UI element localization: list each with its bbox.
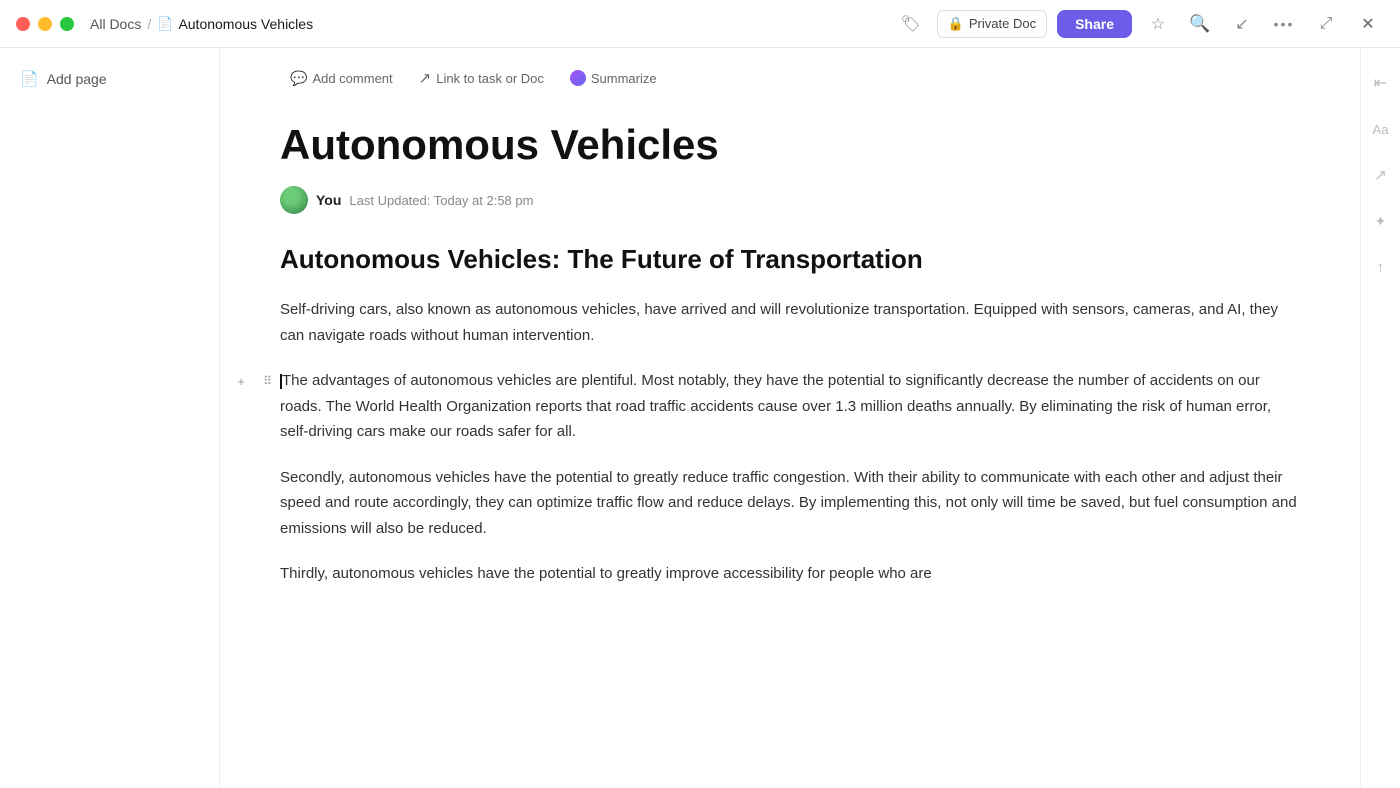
close-icon: ✕	[1361, 14, 1374, 34]
close-button[interactable]	[16, 17, 30, 31]
paragraph-4: Thirdly, autonomous vehicles have the po…	[280, 561, 1300, 587]
author-info: You Last Updated: Today at 2:58 pm	[280, 186, 1300, 214]
more-button[interactable]: •••	[1268, 8, 1300, 40]
comment-icon: 💬	[290, 70, 307, 87]
paragraph-2-text: The advantages of autonomous vehicles ar…	[280, 372, 1271, 440]
window-controls	[16, 17, 74, 31]
settings-right-button[interactable]: ✦	[1366, 206, 1396, 236]
titlebar: All Docs / 📄 Autonomous Vehicles 🏷 🔒 Pri…	[0, 0, 1400, 48]
breadcrumb-current-doc: 📄 Autonomous Vehicles	[157, 16, 313, 32]
avatar-image	[280, 186, 308, 214]
author-name: You	[316, 192, 341, 208]
paragraph-2-content: The advantages of autonomous vehicles ar…	[280, 372, 1271, 440]
add-page-button[interactable]: 📄 Add page	[12, 64, 207, 94]
private-doc-label: Private Doc	[969, 16, 1036, 31]
link-icon: ↗	[419, 69, 432, 87]
collapse-icon: ⇤	[1374, 73, 1387, 93]
add-comment-label: Add comment	[312, 71, 392, 86]
doc-title: Autonomous Vehicles	[280, 120, 1300, 170]
right-sidebar: ⇤ Aa ↗ ✦ ↑	[1360, 48, 1400, 788]
minimize-button[interactable]	[38, 17, 52, 31]
font-size-button[interactable]: Aa	[1366, 114, 1396, 144]
tag-button[interactable]: 🏷	[895, 8, 927, 40]
breadcrumb-all-docs-label: All Docs	[90, 16, 141, 32]
fullscreen-button[interactable]: ⤢	[1310, 8, 1342, 40]
avatar	[280, 186, 308, 214]
titlebar-actions: 🏷 🔒 Private Doc Share ☆ 🔍 ↙ ••• ⤢ ✕	[895, 8, 1384, 40]
upload-icon: ↑	[1377, 259, 1385, 276]
link-task-label: Link to task or Doc	[436, 71, 544, 86]
main-layout: 📄 Add page 💬 Add comment ↗ Link to task …	[0, 48, 1400, 788]
close-window-button[interactable]: ✕	[1352, 8, 1384, 40]
doc-toolbar: 💬 Add comment ↗ Link to task or Doc Summ…	[280, 48, 1300, 104]
block-controls: + ⠿	[230, 370, 278, 392]
search-button[interactable]: 🔍	[1184, 8, 1216, 40]
font-icon: Aa	[1373, 122, 1389, 137]
export-icon: ↙	[1235, 14, 1248, 34]
last-updated: Last Updated: Today at 2:58 pm	[349, 193, 533, 208]
drag-icon: ⠿	[263, 374, 271, 388]
upload-right-button[interactable]: ↑	[1366, 252, 1396, 282]
share-button[interactable]: Share	[1057, 10, 1132, 38]
summarize-icon	[570, 70, 586, 86]
share-right-button[interactable]: ↗	[1366, 160, 1396, 190]
star-button[interactable]: ☆	[1142, 8, 1174, 40]
search-icon: 🔍	[1189, 14, 1210, 34]
doc-heading: Autonomous Vehicles: The Future of Trans…	[280, 242, 1300, 277]
summarize-button[interactable]: Summarize	[560, 65, 667, 91]
private-doc-button[interactable]: 🔒 Private Doc	[937, 10, 1047, 38]
add-page-label: Add page	[47, 71, 107, 87]
breadcrumb-doc-title: Autonomous Vehicles	[178, 16, 313, 32]
tag-icon: 🏷	[901, 14, 921, 34]
breadcrumb-separator: /	[147, 16, 151, 32]
collapse-right-button[interactable]: ⇤	[1366, 68, 1396, 98]
drag-block-button[interactable]: ⠿	[256, 370, 278, 392]
star-icon: ☆	[1151, 14, 1165, 34]
plus-icon: +	[237, 374, 245, 389]
summarize-label: Summarize	[591, 71, 657, 86]
add-block-button[interactable]: +	[230, 370, 252, 392]
paragraph-2-container: + ⠿ The advantages of autonomous vehicle…	[280, 368, 1300, 445]
export-button[interactable]: ↙	[1226, 8, 1258, 40]
add-comment-button[interactable]: 💬 Add comment	[280, 65, 403, 92]
share-right-icon: ↗	[1374, 166, 1387, 184]
settings-icon: ✦	[1375, 213, 1387, 230]
left-sidebar: 📄 Add page	[0, 48, 220, 788]
paragraph-2: The advantages of autonomous vehicles ar…	[280, 368, 1300, 445]
add-page-icon: 📄	[20, 70, 39, 88]
fullscreen-icon: ⤢	[1320, 15, 1333, 33]
breadcrumb: All Docs / 📄 Autonomous Vehicles	[90, 16, 895, 32]
doc-icon: 📄	[157, 16, 173, 32]
content-area: 💬 Add comment ↗ Link to task or Doc Summ…	[220, 48, 1360, 788]
more-icon: •••	[1274, 16, 1295, 32]
link-task-button[interactable]: ↗ Link to task or Doc	[409, 64, 554, 92]
lock-icon: 🔒	[948, 16, 964, 32]
paragraph-3: Secondly, autonomous vehicles have the p…	[280, 465, 1300, 542]
breadcrumb-all-docs[interactable]: All Docs	[90, 16, 141, 32]
maximize-button[interactable]	[60, 17, 74, 31]
paragraph-1: Self-driving cars, also known as autonom…	[280, 297, 1300, 348]
